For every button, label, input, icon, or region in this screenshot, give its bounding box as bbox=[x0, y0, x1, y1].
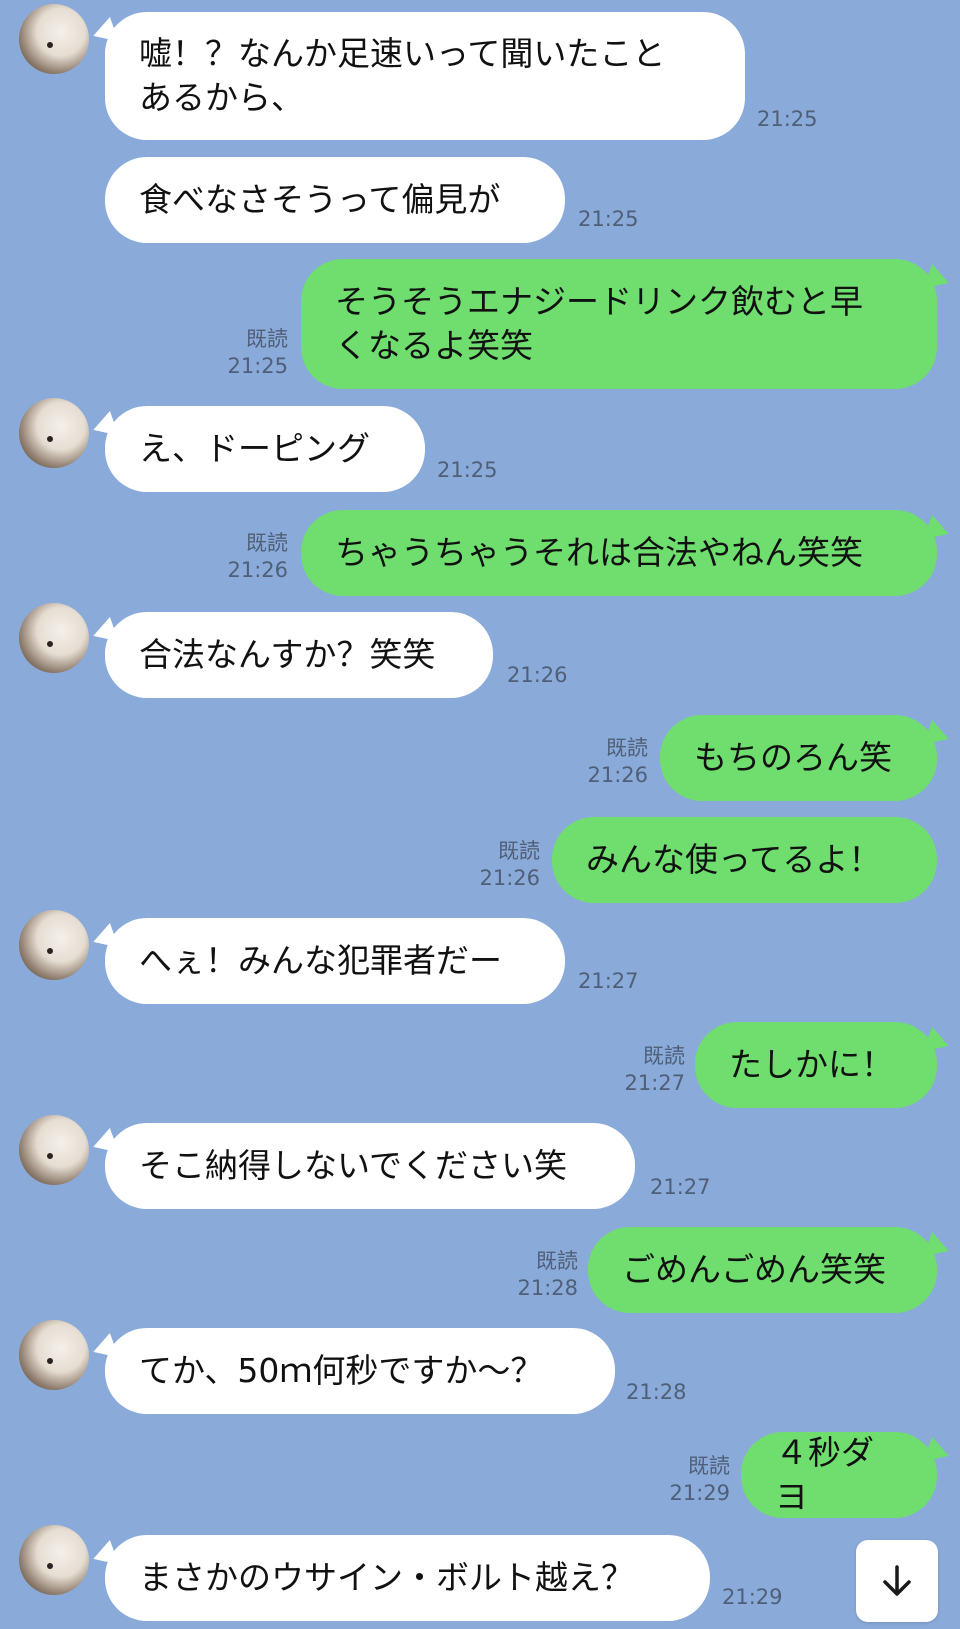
outgoing-message-bubble[interactable]: みんな使ってるよ！ bbox=[552, 817, 937, 903]
message-time: 21:27 bbox=[650, 1175, 711, 1199]
incoming-message-bubble[interactable]: 嘘！？なんか足速いって聞いたこと あるから、 bbox=[105, 12, 745, 140]
incoming-message-bubble[interactable]: 食べなさそうって偏見が bbox=[105, 157, 565, 243]
message-meta: 既読 21:26 bbox=[472, 838, 540, 892]
scroll-to-bottom-button[interactable] bbox=[856, 1540, 938, 1622]
sender-avatar[interactable] bbox=[19, 4, 89, 74]
read-receipt: 既読 bbox=[498, 839, 540, 863]
outgoing-message-bubble[interactable]: たしかに！ bbox=[695, 1022, 937, 1108]
incoming-message-bubble[interactable]: 合法なんすか？笑笑 bbox=[105, 612, 493, 698]
incoming-message-bubble[interactable]: そこ納得しないでください笑 bbox=[105, 1123, 635, 1209]
read-receipt: 既読 bbox=[688, 1454, 730, 1478]
sender-avatar[interactable] bbox=[19, 1525, 89, 1595]
message-meta: 既読 21:29 bbox=[662, 1453, 730, 1507]
message-meta: 既読 21:28 bbox=[510, 1248, 578, 1302]
message-time: 21:28 bbox=[626, 1380, 687, 1404]
message-time: 21:29 bbox=[669, 1481, 730, 1505]
outgoing-message-bubble[interactable]: そうそうエナジードリンク飲むと早 くなるよ笑笑 bbox=[301, 259, 937, 389]
incoming-message-bubble[interactable]: え、ドーピング bbox=[105, 406, 425, 492]
message-time: 21:25 bbox=[437, 458, 498, 482]
chat-area[interactable]: 嘘！？なんか足速いって聞いたこと あるから、 21:25 食べなさそうって偏見が… bbox=[0, 0, 960, 1629]
outgoing-message-bubble[interactable]: もちのろん笑 bbox=[660, 715, 937, 801]
incoming-message-bubble[interactable]: まさかのウサイン・ボルト越え？ bbox=[105, 1535, 710, 1621]
message-meta: 既読 21:27 bbox=[617, 1043, 685, 1097]
message-time: 21:25 bbox=[578, 207, 639, 231]
arrow-down-icon bbox=[883, 1565, 911, 1596]
read-receipt: 既読 bbox=[246, 531, 288, 555]
message-time: 21:26 bbox=[227, 558, 288, 582]
sender-avatar[interactable] bbox=[19, 1115, 89, 1185]
message-time: 21:29 bbox=[722, 1585, 783, 1609]
read-receipt: 既読 bbox=[643, 1044, 685, 1068]
message-time: 21:26 bbox=[507, 663, 568, 687]
message-time: 21:26 bbox=[587, 763, 648, 787]
incoming-message-bubble[interactable]: へぇ！みんな犯罪者だー bbox=[105, 918, 565, 1004]
message-time: 21:26 bbox=[479, 866, 540, 890]
message-meta: 既読 21:26 bbox=[580, 735, 648, 789]
message-time: 21:25 bbox=[227, 354, 288, 378]
incoming-message-bubble[interactable]: てか、50ｍ何秒ですか〜？ bbox=[105, 1328, 615, 1414]
read-receipt: 既読 bbox=[606, 736, 648, 760]
read-receipt: 既読 bbox=[536, 1249, 578, 1273]
outgoing-message-bubble[interactable]: ちゃうちゃうそれは合法やねん笑笑 bbox=[301, 510, 937, 596]
message-time: 21:25 bbox=[757, 107, 818, 131]
sender-avatar[interactable] bbox=[19, 398, 89, 468]
message-meta: 既読 21:26 bbox=[220, 530, 288, 584]
message-time: 21:28 bbox=[517, 1276, 578, 1300]
message-time: 21:27 bbox=[578, 969, 639, 993]
outgoing-message-bubble[interactable]: ごめんごめん笑笑 bbox=[588, 1227, 937, 1313]
sender-avatar[interactable] bbox=[19, 910, 89, 980]
message-time: 21:27 bbox=[624, 1071, 685, 1095]
read-receipt: 既読 bbox=[246, 327, 288, 351]
sender-avatar[interactable] bbox=[19, 1320, 89, 1390]
sender-avatar[interactable] bbox=[19, 603, 89, 673]
message-meta: 既読 21:25 bbox=[220, 326, 288, 380]
outgoing-message-bubble[interactable]: ４秒ダヨ bbox=[741, 1432, 937, 1518]
